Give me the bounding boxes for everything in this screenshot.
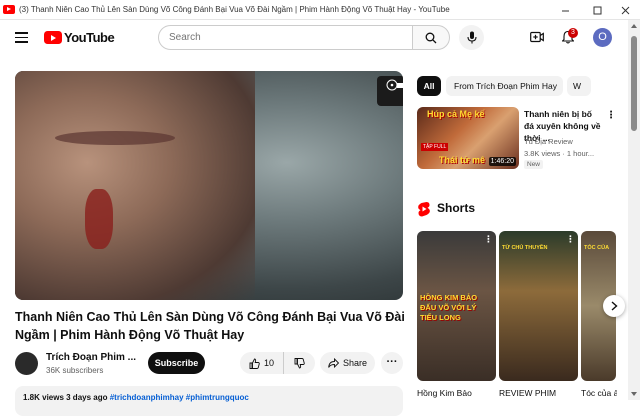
- search-input[interactable]: [169, 32, 399, 43]
- dislike-button[interactable]: [284, 352, 315, 374]
- video-frame-face: [15, 71, 255, 300]
- short-menu-icon[interactable]: ⋮: [484, 234, 493, 245]
- shorts-heading: Shorts: [437, 201, 476, 215]
- channel-name[interactable]: Trích Đoạn Phim ...: [46, 352, 136, 363]
- channel-watermark[interactable]: [377, 76, 403, 106]
- menu-icon[interactable]: [15, 32, 28, 43]
- page-scrollbar[interactable]: [628, 20, 640, 400]
- share-button[interactable]: Share: [320, 352, 375, 374]
- window-title-bar: (3) Thanh Niên Cao Thủ Lên Sàn Dùng Võ C…: [0, 0, 640, 20]
- thumbnail-text-top: Húp cả Mẹ kế: [427, 109, 485, 119]
- like-count: 10: [263, 358, 274, 368]
- hashtags[interactable]: #trichdoanphimhay #phimtrungquoc: [110, 393, 249, 402]
- close-icon[interactable]: [612, 0, 638, 20]
- chevron-right-icon: [611, 301, 618, 311]
- video-frame-detail: [85, 189, 113, 249]
- scroll-up-arrow-icon[interactable]: [631, 24, 637, 28]
- share-label: Share: [342, 358, 368, 368]
- like-button[interactable]: 10: [240, 352, 284, 374]
- maximize-icon[interactable]: [584, 0, 610, 20]
- video-duration: 1:46:20: [488, 157, 516, 166]
- thumbs-down-icon: [294, 357, 305, 368]
- recommendation-thumbnail[interactable]: Húp cả Mẹ kế TẬP FULL Thái tử mê 1:46:20: [417, 107, 519, 169]
- new-badge: New: [524, 160, 544, 169]
- film-reel-icon: [386, 79, 403, 91]
- subscribe-button[interactable]: Subscribe: [148, 352, 205, 374]
- youtube-favicon-icon: [3, 5, 15, 14]
- thumbs-up-icon: [249, 358, 260, 369]
- youtube-logo[interactable]: YouTube: [44, 30, 115, 45]
- video-title: Thanh Niên Cao Thủ Lên Sàn Dùng Võ Công …: [15, 310, 405, 342]
- window-title: (3) Thanh Niên Cao Thủ Lên Sàn Dùng Võ C…: [19, 5, 450, 14]
- thumbnail-tag: TẬP FULL: [421, 143, 449, 151]
- short-thumbnail[interactable]: TỪ CHỦ THUYỀN ⋮: [499, 231, 578, 381]
- recommendation-menu-icon[interactable]: ⋮: [606, 110, 616, 121]
- scrollbar-thumb[interactable]: [631, 36, 637, 131]
- search-button[interactable]: [412, 25, 450, 50]
- more-actions-button[interactable]: ···: [381, 352, 403, 374]
- short-caption: HỒNG KIM BẢO ĐẤU VÕ VỚI LÝ TIỂU LONG: [420, 293, 478, 322]
- account-avatar[interactable]: O: [593, 28, 612, 47]
- description-box[interactable]: 1.8K views 3 days ago #trichdoanphimhay …: [15, 386, 403, 416]
- recommendation-channel[interactable]: Tú Địa Review: [524, 137, 573, 146]
- chip-from-channel[interactable]: From Trích Đoạn Phim Hay: [446, 76, 563, 96]
- chip-all[interactable]: All: [417, 76, 441, 96]
- video-frame-detail: [55, 131, 175, 145]
- video-player[interactable]: [15, 71, 403, 300]
- like-dislike-bar: 10: [240, 352, 315, 374]
- short-header-text: TÓC CỦA: [584, 245, 610, 251]
- notification-count-badge: 3: [568, 28, 578, 38]
- microphone-icon: [466, 31, 477, 44]
- chip-partial[interactable]: W: [567, 76, 591, 96]
- masthead: YouTube 3 O: [0, 20, 628, 56]
- search-box[interactable]: [158, 25, 413, 50]
- shorts-next-button[interactable]: [603, 295, 625, 317]
- short-header-text: TỪ CHỦ THUYỀN: [502, 245, 548, 251]
- views-and-date: 1.8K views 3 days ago: [23, 393, 108, 402]
- search-icon: [425, 32, 437, 43]
- thumbnail-text-bottom: Thái tử mê: [439, 155, 486, 165]
- recommendation-stats: 3.8K views · 1 hour...: [524, 149, 595, 158]
- short-menu-icon[interactable]: ⋮: [566, 234, 575, 245]
- logo-wordmark: YouTube: [64, 30, 115, 45]
- create-video-icon: [530, 31, 544, 43]
- short-thumbnail[interactable]: HỒNG KIM BẢO ĐẤU VÕ VỚI LÝ TIỂU LONG ⋮: [417, 231, 496, 381]
- short-title[interactable]: Tóc của ả: [581, 388, 617, 398]
- scroll-down-arrow-icon[interactable]: [631, 392, 637, 396]
- short-title[interactable]: Hồng Kim Bảo: [417, 388, 493, 398]
- short-title[interactable]: REVIEW PHIM: [499, 388, 575, 398]
- youtube-play-icon: [44, 31, 62, 44]
- channel-avatar[interactable]: [15, 352, 38, 375]
- voice-search-button[interactable]: [459, 25, 484, 50]
- create-button[interactable]: [528, 28, 546, 46]
- share-icon: [328, 358, 339, 368]
- minimize-icon[interactable]: [552, 0, 578, 20]
- subscriber-count: 36K subscribers: [46, 366, 104, 375]
- shorts-icon: [418, 202, 430, 217]
